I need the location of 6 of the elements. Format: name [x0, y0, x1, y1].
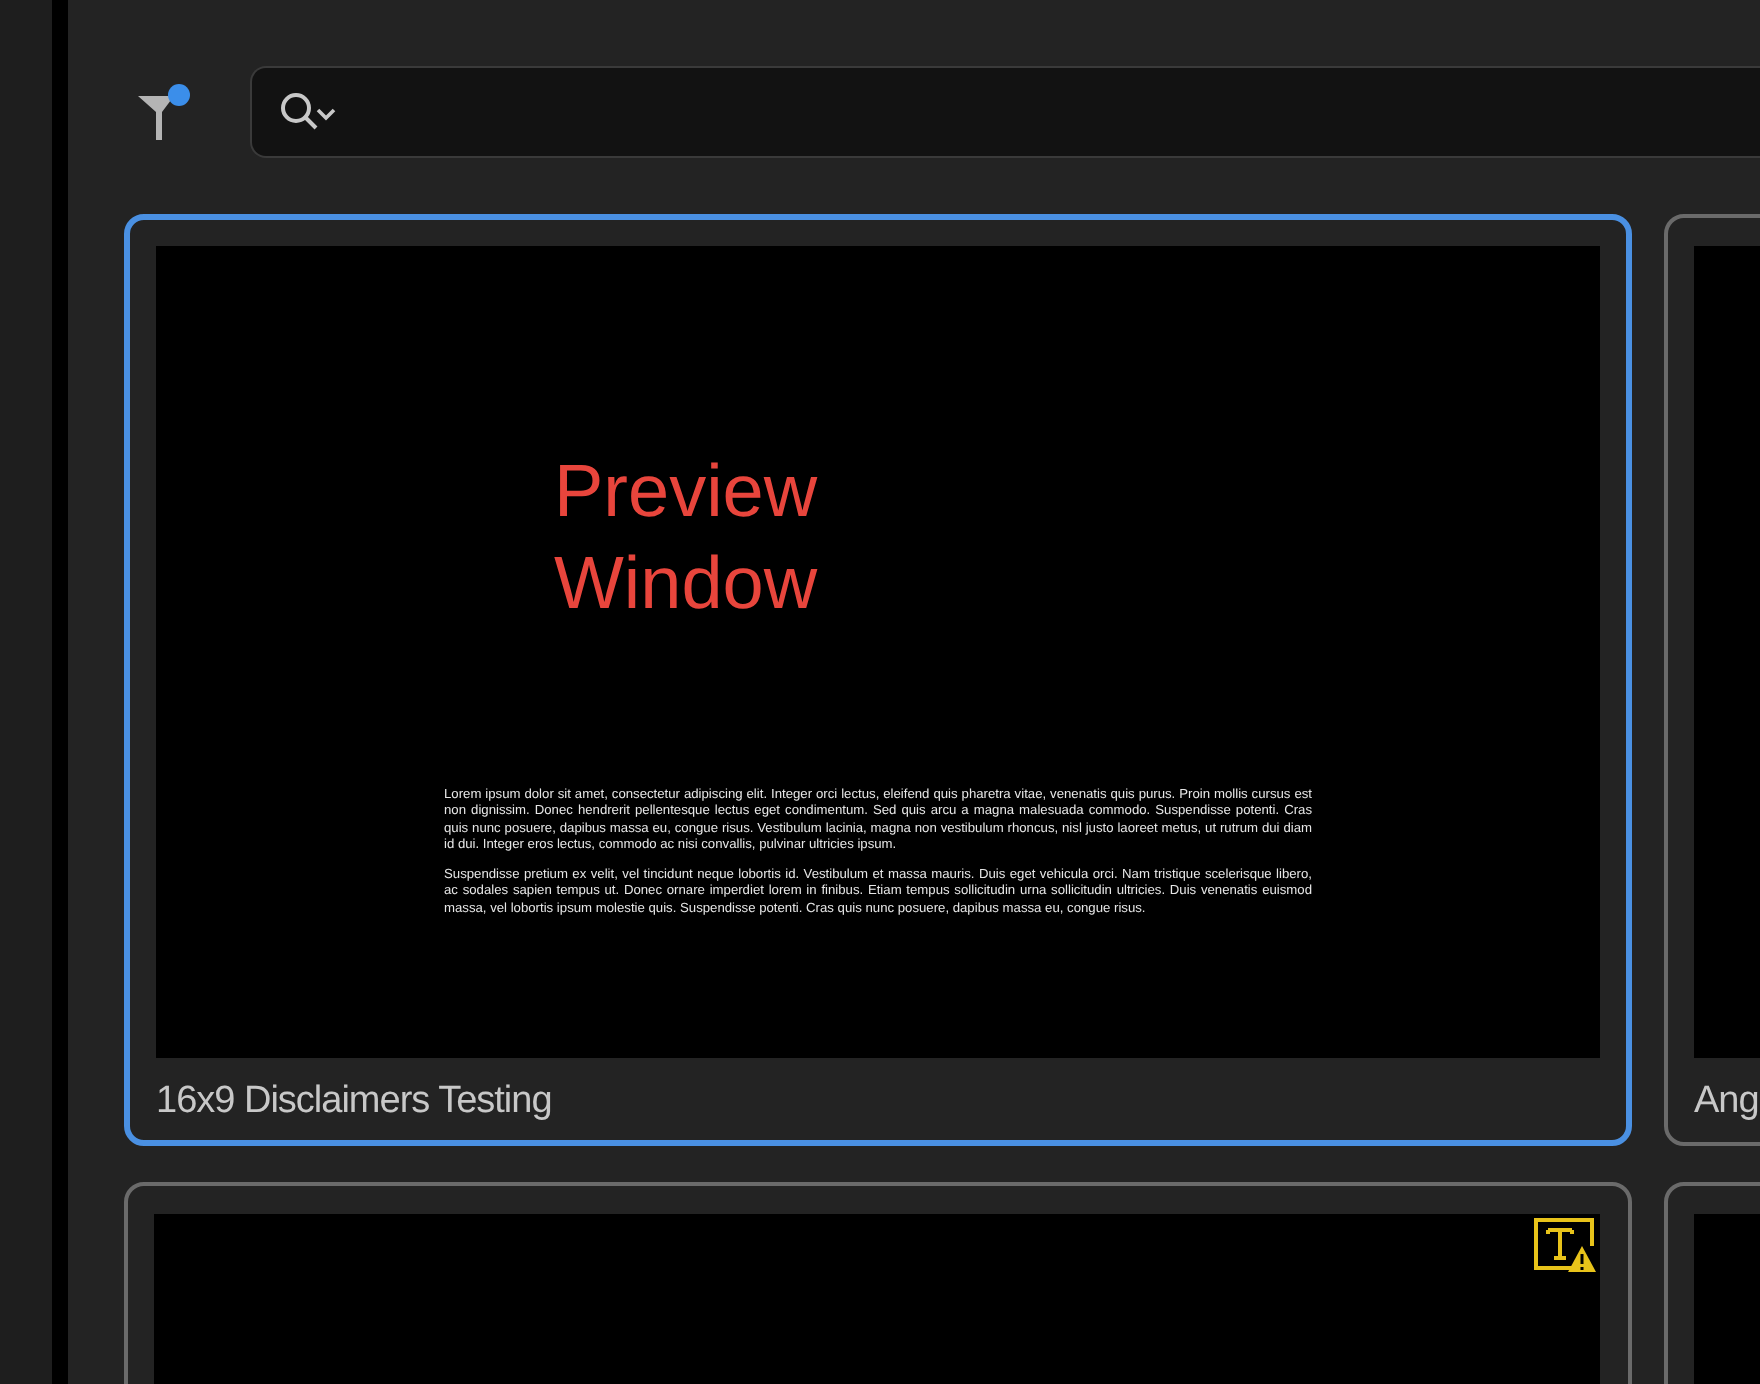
- preview-heading: Preview Window: [554, 448, 818, 628]
- template-card[interactable]: [124, 214, 1632, 1146]
- search-field[interactable]: [250, 66, 1760, 158]
- card-title: Ang: [1694, 1078, 1759, 1126]
- template-card[interactable]: Ang: [1664, 214, 1760, 1146]
- card-title: 16x9 Disclaimers Testing: [156, 1078, 552, 1126]
